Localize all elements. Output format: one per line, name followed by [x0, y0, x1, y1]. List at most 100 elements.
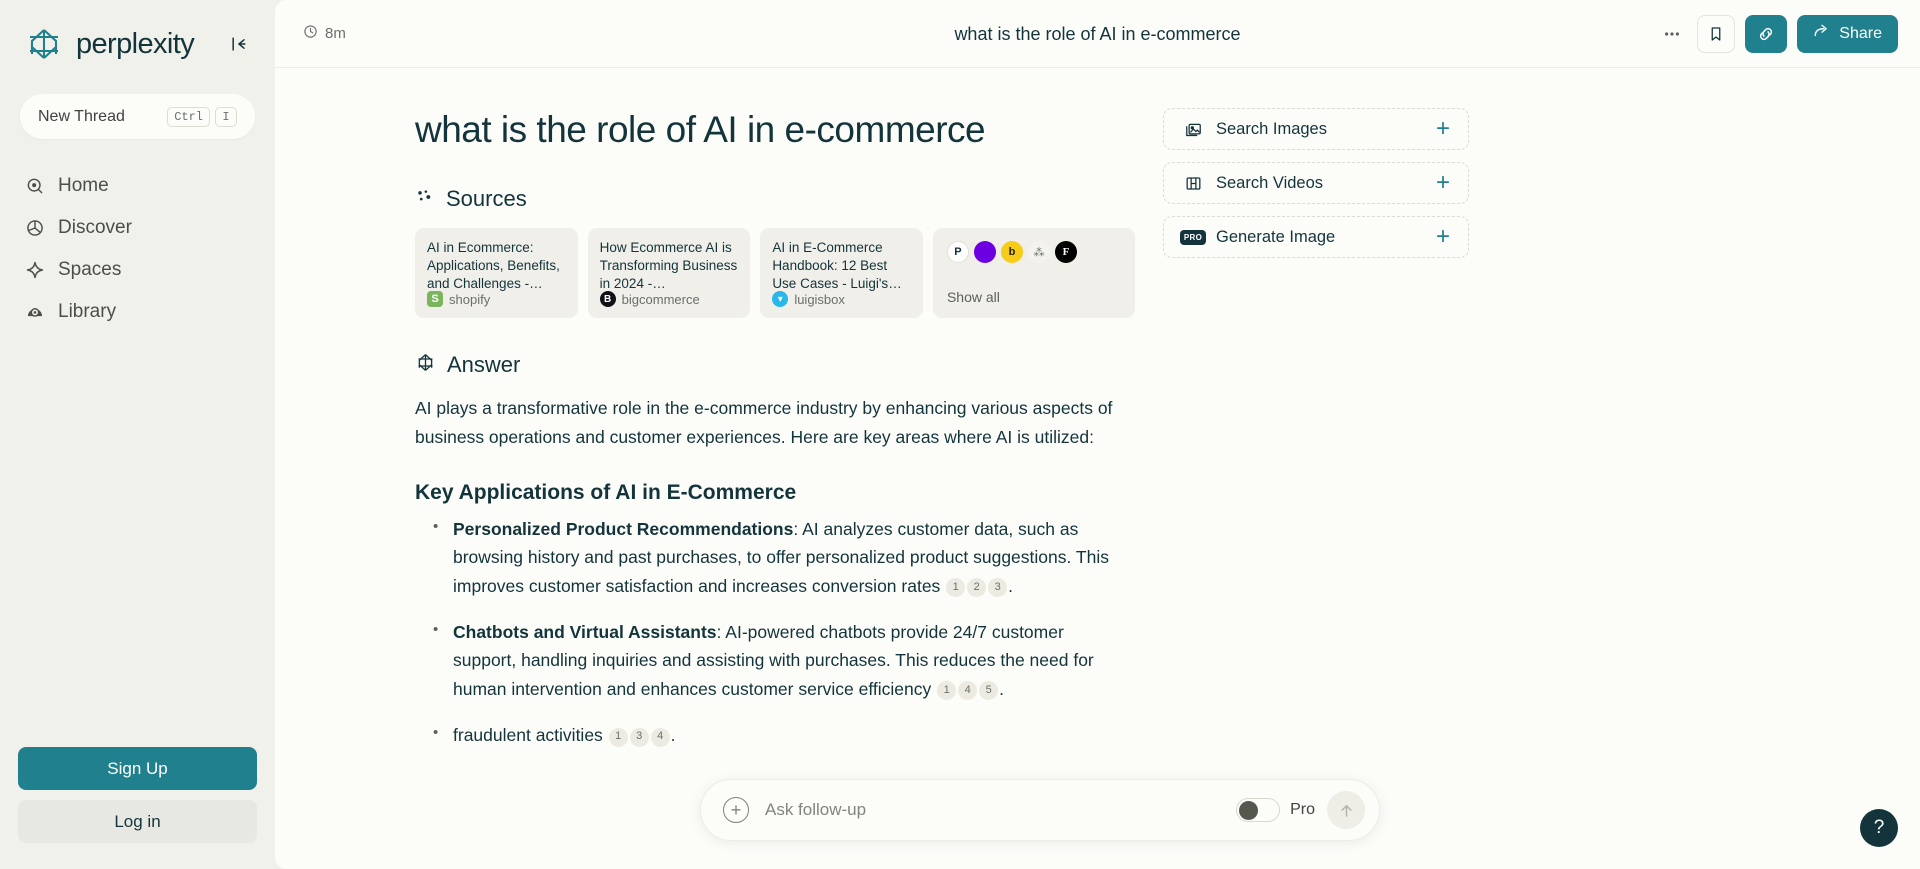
list-item: Chatbots and Virtual Assistants: AI-powe… — [415, 618, 1115, 703]
images-icon — [1182, 120, 1204, 139]
citation-badge[interactable]: 4 — [650, 727, 670, 747]
search-videos-label: Search Videos — [1216, 173, 1324, 192]
sidebar-item-label-discover: Discover — [58, 217, 132, 238]
pro-chip-label: PRO — [1179, 229, 1207, 245]
more-options-button[interactable] — [1657, 19, 1687, 49]
content-area: what is the role of AI in e-commerce Sou… — [275, 68, 1920, 869]
citation-badge[interactable]: 3 — [988, 578, 1008, 598]
show-all-label: Show all — [946, 289, 1000, 306]
sources-list: AI in Ecommerce: Applications, Benefits,… — [415, 228, 1135, 319]
pro-toggle-label: Pro — [1290, 801, 1315, 818]
share-button[interactable]: Share — [1797, 14, 1898, 53]
sidebar-item-spaces[interactable]: Spaces — [0, 249, 275, 291]
brand-name: perplexity — [76, 27, 195, 60]
main-panel: 8m what is the role of AI in e-commerce — [275, 0, 1920, 869]
followup-bar-wrapper: + Pro — [700, 779, 1380, 841]
kbd-i: I — [215, 106, 237, 127]
perplexity-avatar-icon: P — [946, 241, 969, 264]
answer-bullet-list: Personalized Product Recommendations: AI… — [415, 515, 1135, 749]
citation-badge[interactable]: 4 — [958, 681, 978, 701]
bookmark-button[interactable] — [1697, 14, 1736, 53]
pro-badge-icon: PRO — [1179, 229, 1207, 245]
citation-badge[interactable]: 3 — [629, 727, 649, 747]
bigcommerce-favicon-icon: B — [599, 291, 616, 308]
followup-input[interactable] — [765, 800, 1237, 820]
send-button[interactable] — [1327, 791, 1365, 829]
answer-heading: Key Applications of AI in E-Commerce — [415, 481, 797, 505]
show-all-sources-card[interactable]: P b ⁂ F Show all — [932, 228, 1135, 319]
luigisbox-favicon-icon: ▾ — [772, 291, 789, 308]
sidebar-item-home[interactable]: Home — [0, 165, 275, 207]
collapse-sidebar-icon[interactable] — [225, 30, 253, 58]
citation-badge[interactable]: 2 — [967, 578, 987, 598]
sidebar-auth-actions: Sign Up Log in — [0, 747, 275, 869]
brand-row: perplexity — [0, 0, 275, 64]
search-videos-card[interactable]: Search Videos + — [1163, 162, 1469, 204]
kbd-ctrl: Ctrl — [167, 106, 210, 127]
perplexity-logo-icon — [24, 24, 64, 64]
source-card[interactable]: AI in Ecommerce: Applications, Benefits,… — [415, 228, 578, 319]
source-site: bigcommerce — [621, 291, 700, 307]
app-root: perplexity New Thread Ctrl I Home Discov… — [0, 0, 1920, 869]
answer-body: AI plays a transformative role in the e-… — [415, 394, 1135, 749]
sidebar-item-library[interactable]: Library — [0, 291, 275, 333]
share-icon — [1813, 22, 1831, 45]
citation-badge[interactable]: 5 — [979, 681, 999, 701]
sidebar-item-label-spaces: Spaces — [58, 259, 122, 280]
sources-icon — [415, 187, 435, 212]
page-title: what is the role of AI in e-commerce — [415, 109, 986, 150]
followup-bar: + Pro — [700, 779, 1380, 841]
bullet-tail: . — [670, 725, 676, 746]
clock-icon — [303, 24, 318, 43]
bullet-bold-term: Chatbots and Virtual Assistants — [453, 622, 717, 643]
list-item: Personalized Product Recommendations: AI… — [415, 515, 1115, 600]
generate-image-label: Generate Image — [1216, 227, 1336, 246]
log-in-button[interactable]: Log in — [18, 800, 257, 843]
answer-section-header: Answer — [415, 352, 1135, 378]
sidebar-item-discover[interactable]: Discover — [0, 207, 275, 249]
sidebar-item-label-library: Library — [58, 301, 117, 322]
search-images-label: Search Images — [1216, 119, 1327, 138]
citation-badge[interactable]: 1 — [937, 681, 957, 701]
thread-age: 8m — [303, 24, 346, 43]
bullet-bold-term: Personalized Product Recommendations — [453, 519, 794, 540]
bullet-tail: . — [1008, 575, 1014, 596]
bullet-tail: . — [999, 678, 1005, 699]
sources-label: Sources — [446, 186, 527, 212]
citation-badge[interactable]: 1 — [946, 578, 966, 598]
source-title: AI in E-Commerce Handbook: 12 Best Use C… — [772, 240, 889, 292]
attach-plus-icon[interactable]: + — [723, 797, 749, 823]
sidebar-item-label-home: Home — [58, 175, 109, 196]
purple-avatar-icon — [973, 241, 996, 264]
citation-badge[interactable]: 1 — [608, 727, 628, 747]
new-thread-button[interactable]: New Thread Ctrl I — [20, 94, 255, 139]
source-card[interactable]: AI in E-Commerce Handbook: 12 Best Use C… — [760, 228, 923, 319]
topbar-actions: Share — [1657, 14, 1898, 53]
copy-link-button[interactable] — [1745, 14, 1788, 53]
help-button[interactable]: ? — [1860, 809, 1898, 847]
add-images-icon[interactable]: + — [1436, 117, 1450, 141]
add-videos-icon[interactable]: + — [1436, 171, 1450, 195]
bee-avatar-icon: ⁂ — [1027, 241, 1050, 264]
video-icon — [1182, 174, 1204, 193]
generate-image-card[interactable]: PRO Generate Image + — [1163, 216, 1469, 258]
source-meta: B bigcommerce — [599, 291, 739, 308]
source-title: How Ecommerce AI is Transforming Busines… — [599, 240, 738, 292]
right-rail: Search Images + Search Videos + PRO Gene… — [1135, 68, 1515, 869]
source-meta: ▾ luigisbox — [772, 291, 911, 308]
thread-age-label: 8m — [325, 25, 346, 42]
bullet-text: fraudulent activities — [453, 725, 608, 746]
pro-toggle[interactable] — [1236, 798, 1281, 822]
add-generate-image-icon[interactable]: + — [1436, 225, 1450, 249]
globe-icon — [24, 217, 46, 239]
sign-up-button[interactable]: Sign Up — [18, 747, 257, 790]
yellow-avatar-icon: b — [1000, 241, 1023, 264]
new-thread-shortcut: Ctrl I — [167, 106, 237, 127]
answer-label: Answer — [447, 352, 521, 378]
list-item: fraudulent activities 134. — [415, 721, 1115, 749]
share-label: Share — [1839, 24, 1882, 42]
source-card[interactable]: How Ecommerce AI is Transforming Busines… — [587, 228, 751, 319]
search-images-card[interactable]: Search Images + — [1163, 108, 1469, 150]
perplexity-answer-icon — [415, 352, 436, 378]
sidebar-nav: Home Discover Spaces Library — [0, 165, 275, 333]
